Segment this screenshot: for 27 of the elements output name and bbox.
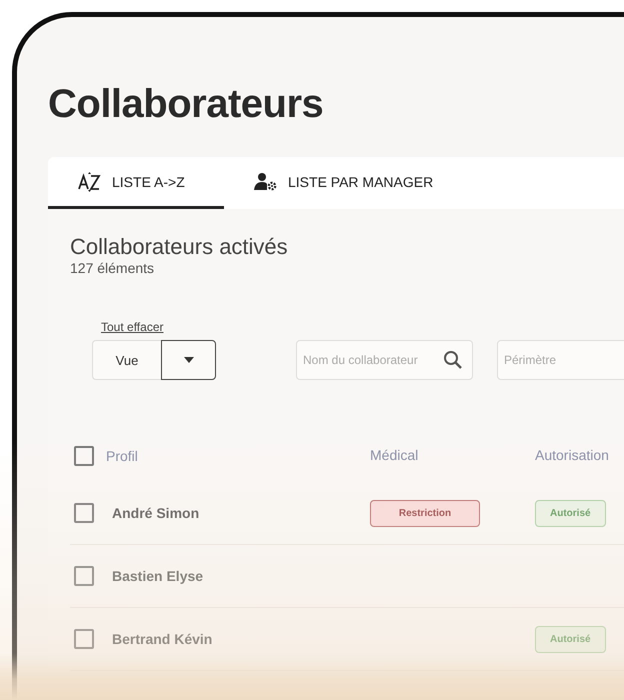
column-header: Profil (106, 448, 138, 464)
search-field[interactable]: Nom du collaborateur (296, 340, 473, 380)
checkbox[interactable] (74, 446, 94, 466)
status-badge: Autorisé (535, 626, 606, 652)
page-title: Collaborateurs (48, 81, 324, 127)
user-gear-icon (254, 172, 278, 192)
search-icon (443, 350, 463, 370)
clear-all-link[interactable]: Tout effacer (101, 320, 164, 334)
dropdown-button[interactable] (161, 340, 216, 380)
status-badge: Restriction (370, 500, 480, 526)
tab[interactable]: LISTE PAR MANAGER (224, 157, 454, 209)
checkbox[interactable] (74, 629, 94, 649)
scope-field[interactable]: Périmètre (497, 340, 624, 380)
column-header: Médical (370, 447, 418, 463)
status-badge: Autorisé (535, 500, 606, 526)
checkbox[interactable] (74, 503, 94, 523)
view-button[interactable]: Vue (92, 340, 161, 380)
employee-name: Bastien Elyse (112, 568, 204, 584)
employee-name: André Simon (112, 505, 200, 521)
list-title: Collaborateurs activés (70, 234, 289, 260)
employee-name: Bertrand Kévin (112, 631, 212, 647)
sort-icon (78, 170, 102, 192)
checkbox[interactable] (74, 566, 94, 586)
item-count: 127 éléments (70, 260, 156, 276)
caret-icon (184, 357, 194, 363)
tab[interactable]: LISTE A->Z (48, 157, 224, 209)
column-header: Autorisation (535, 447, 609, 463)
